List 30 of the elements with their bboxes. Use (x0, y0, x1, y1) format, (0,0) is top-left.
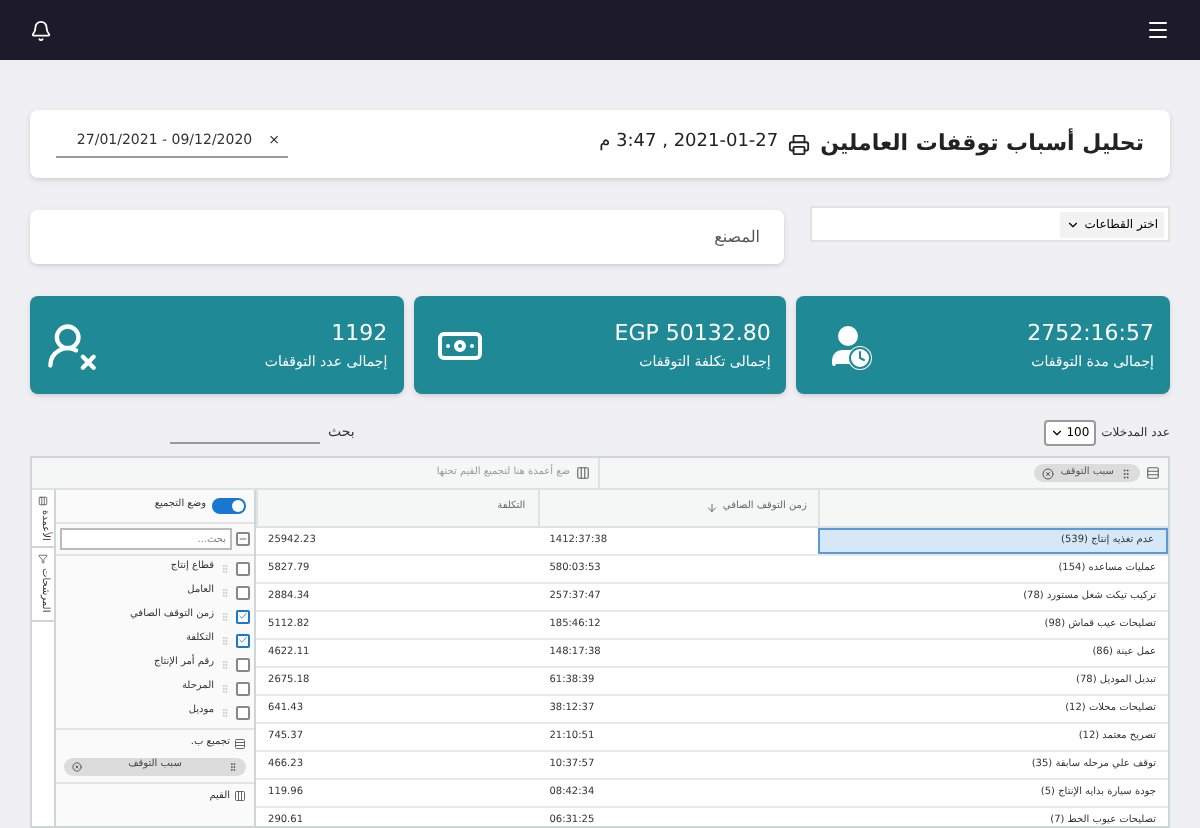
factory-label: المصنع (714, 225, 760, 249)
kpi-value: EGP 50132.80 (614, 318, 771, 350)
chevron-down-icon (1050, 425, 1065, 439)
column-checkbox[interactable] (236, 657, 250, 671)
row-group-icon (1146, 466, 1160, 480)
page-title: تحليل أسباب توقفات العاملين (820, 127, 1144, 160)
column-checkbox[interactable] (236, 633, 250, 647)
column-checkbox[interactable] (236, 705, 250, 719)
menu-icon[interactable] (1146, 18, 1170, 42)
column-checkbox[interactable] (236, 561, 250, 575)
kpi-value: 2752:16:57 (1027, 318, 1154, 350)
values-icon (234, 790, 246, 803)
sort-icon (706, 502, 719, 514)
collapse-icon[interactable] (236, 532, 250, 546)
column-checkbox[interactable] (236, 681, 250, 695)
row-group-icon (234, 737, 246, 750)
pivot-icon (576, 466, 590, 480)
kpi-value: 1192 (331, 318, 388, 350)
user-remove-icon (46, 319, 98, 371)
print-icon[interactable] (788, 133, 811, 155)
column-checkbox[interactable] (236, 585, 250, 599)
column-checkbox[interactable] (236, 609, 250, 623)
chevron-down-icon (1066, 217, 1081, 231)
remove-icon[interactable] (1042, 467, 1055, 479)
report-datetime: 2021-01-27 , 3:47 م (599, 130, 779, 157)
notification-icon[interactable] (30, 19, 52, 41)
filter-icon (38, 554, 48, 565)
remove-icon[interactable] (72, 761, 82, 771)
columns-icon (38, 496, 48, 506)
pivot-toggle[interactable] (212, 498, 246, 514)
